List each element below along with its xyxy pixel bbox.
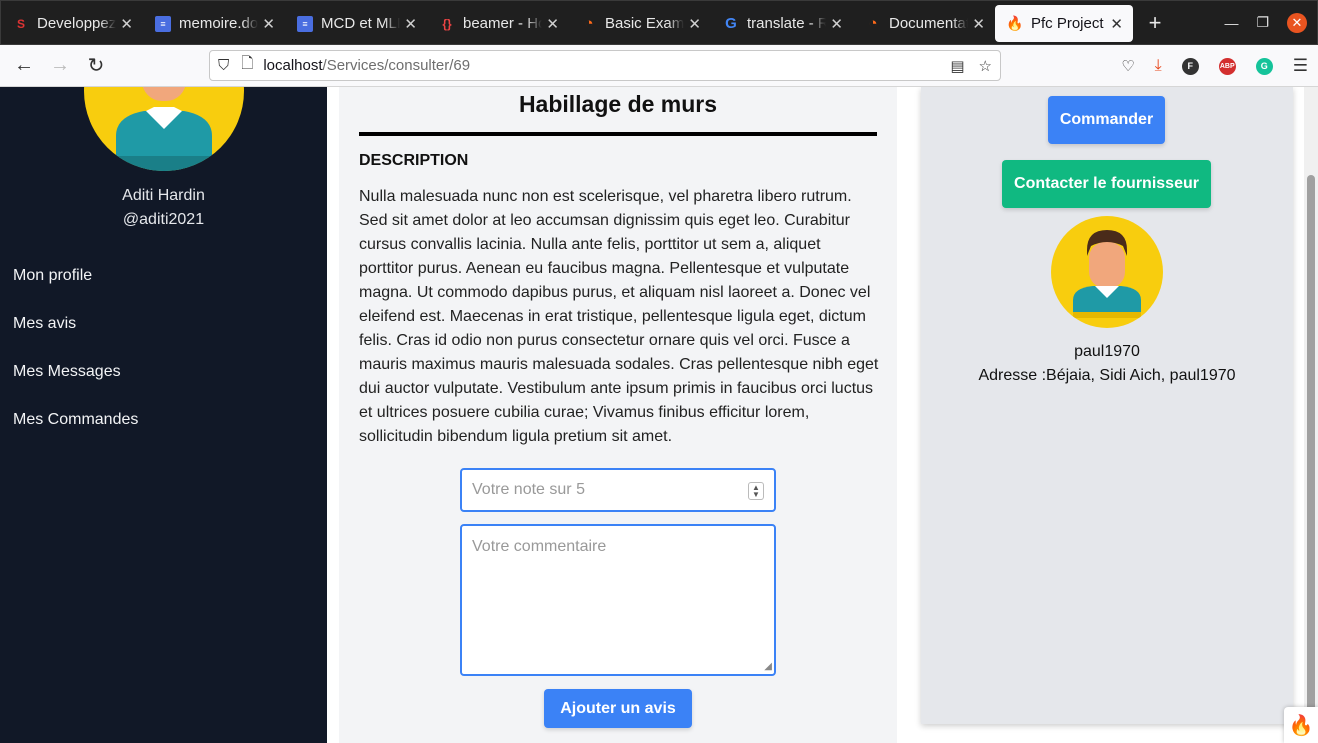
bookmark-star-icon[interactable]: ☆ (979, 57, 992, 75)
grammarly-icon[interactable]: G (1255, 57, 1273, 75)
close-icon[interactable]: ✕ (1110, 15, 1123, 33)
comment-placeholder: Votre commentaire (472, 538, 607, 555)
browser-tab[interactable]: S Developpez. ✕ (1, 1, 143, 46)
sidebar-item-messages[interactable]: Mes Messages (13, 363, 121, 381)
reader-view-icon[interactable]: ▤ (950, 57, 964, 75)
extension-f-icon[interactable]: F (1181, 57, 1199, 75)
browser-tab[interactable]: ◔ Basic Exampl ✕ (569, 1, 711, 46)
tab-title: Basic Exampl (605, 15, 685, 32)
browser-tab[interactable]: {} beamer - How ✕ (427, 1, 569, 46)
description-label: DESCRIPTION (359, 152, 469, 169)
restore-icon[interactable]: ❐ (1256, 14, 1269, 31)
browser-tab[interactable]: ≡ MCD et MLD ✕ (285, 1, 427, 46)
provider-avatar (1051, 216, 1163, 328)
google-docs-icon: ≡ (155, 15, 171, 32)
comment-textarea[interactable]: Votre commentaire ◢ (460, 524, 776, 676)
page-content: Aditi Hardin @aditi2021 Mon profile Mes … (0, 87, 1318, 743)
scrollbar-thumb[interactable] (1307, 175, 1315, 715)
tab-title: translate - Re (747, 15, 827, 32)
close-icon[interactable]: ✕ (972, 15, 985, 33)
user-name: Aditi Hardin (122, 187, 205, 204)
provider-username: paul1970 (1074, 343, 1140, 360)
tab-title: Pfc Project (1031, 15, 1104, 32)
gitlab-icon: ◔ (868, 15, 878, 32)
google-icon: G (725, 15, 737, 32)
close-icon[interactable]: ✕ (404, 15, 417, 33)
codeigniter-icon: 🔥 (1006, 15, 1024, 31)
overleaf-icon: {} (442, 16, 452, 31)
url-host: localhost (263, 57, 323, 74)
sidebar-item-orders[interactable]: Mes Commandes (13, 411, 138, 429)
close-icon[interactable]: ✕ (120, 15, 133, 33)
browser-tab-bar: S Developpez. ✕ ≡ memoire.doc ✕ ≡ MCD et… (0, 0, 1318, 45)
shield-icon[interactable]: ⛉ (218, 57, 229, 74)
minimize-icon[interactable]: — (1224, 15, 1238, 31)
pocket-icon[interactable]: ♡ (1121, 57, 1134, 75)
sidebar-item-profile[interactable]: Mon profile (13, 267, 92, 285)
developpez-icon: S (16, 16, 25, 31)
browser-tab[interactable]: G translate - Re ✕ (711, 1, 853, 46)
close-icon[interactable]: ✕ (830, 15, 843, 33)
close-icon[interactable]: ✕ (546, 15, 559, 33)
back-icon[interactable]: ← (6, 50, 42, 82)
page-scrollbar[interactable] (1304, 87, 1318, 743)
number-spinner-icon[interactable]: ▲ ▼ (748, 482, 764, 500)
url-path: /Services/consulter/69 (322, 57, 471, 74)
service-title: Habillage de murs (518, 91, 718, 117)
tab-title: Developpez. (37, 15, 117, 32)
page-icon: 🗋 (241, 55, 254, 72)
sidebar: Aditi Hardin @aditi2021 Mon profile Mes … (0, 87, 327, 743)
address-bar[interactable]: ⛉ 🗋 localhost/Services/consulter/69 ▤ ☆ (209, 50, 1001, 81)
add-review-button[interactable]: Ajouter un avis (544, 689, 692, 728)
reload-icon[interactable]: ↻ (78, 50, 114, 82)
google-docs-icon: ≡ (297, 15, 313, 32)
forward-icon[interactable]: → (42, 50, 78, 82)
contact-provider-button[interactable]: Contacter le fournisseur (1002, 160, 1211, 208)
description-text: Nulla malesuada nunc non est scelerisque… (359, 188, 879, 445)
provider-panel: Commander Contacter le fournisseur paul1… (921, 87, 1293, 724)
tab-title: MCD et MLD (321, 15, 401, 32)
close-icon[interactable]: ✕ (688, 15, 701, 33)
user-handle: @aditi2021 (122, 211, 205, 228)
order-button[interactable]: Commander (1048, 96, 1165, 144)
new-tab-button[interactable]: + (1133, 1, 1177, 44)
close-icon[interactable]: ✕ (262, 15, 275, 33)
rating-input[interactable]: Votre note sur 5 ▲ ▼ (460, 468, 776, 512)
person-icon (116, 87, 212, 171)
adblock-icon[interactable]: ABP (1218, 57, 1236, 75)
provider-address: Adresse :Béjaia, Sidi Aich, paul1970 (978, 367, 1236, 384)
sidebar-item-reviews[interactable]: Mes avis (13, 315, 76, 333)
download-icon[interactable]: ⤓ (1155, 57, 1162, 75)
browser-nav-bar: ← → ↻ ⛉ 🗋 localhost/Services/consulter/6… (0, 45, 1318, 87)
menu-icon[interactable]: ☰ (1293, 56, 1308, 76)
resize-grip-icon[interactable]: ◢ (764, 661, 772, 672)
browser-tab[interactable]: ◔ Documentati ✕ (853, 1, 995, 46)
browser-tab-active[interactable]: 🔥 Pfc Project ✕ (995, 5, 1133, 42)
service-panel: Habillage de murs DESCRIPTION Nulla male… (339, 87, 897, 743)
window-controls: — ❐ ✕ (1224, 1, 1317, 44)
person-icon (1073, 230, 1141, 318)
tab-title: memoire.doc (179, 15, 259, 32)
window-close-icon[interactable]: ✕ (1287, 12, 1307, 33)
title-divider (359, 132, 877, 136)
tab-title: beamer - How (463, 15, 543, 32)
browser-tab[interactable]: ≡ memoire.doc ✕ (143, 1, 285, 46)
tab-title: Documentati (889, 15, 969, 32)
codeigniter-debug-icon[interactable]: 🔥 (1284, 707, 1318, 743)
user-avatar (84, 87, 244, 171)
gitlab-icon: ◔ (584, 15, 594, 32)
rating-placeholder: Votre note sur 5 (472, 481, 585, 498)
